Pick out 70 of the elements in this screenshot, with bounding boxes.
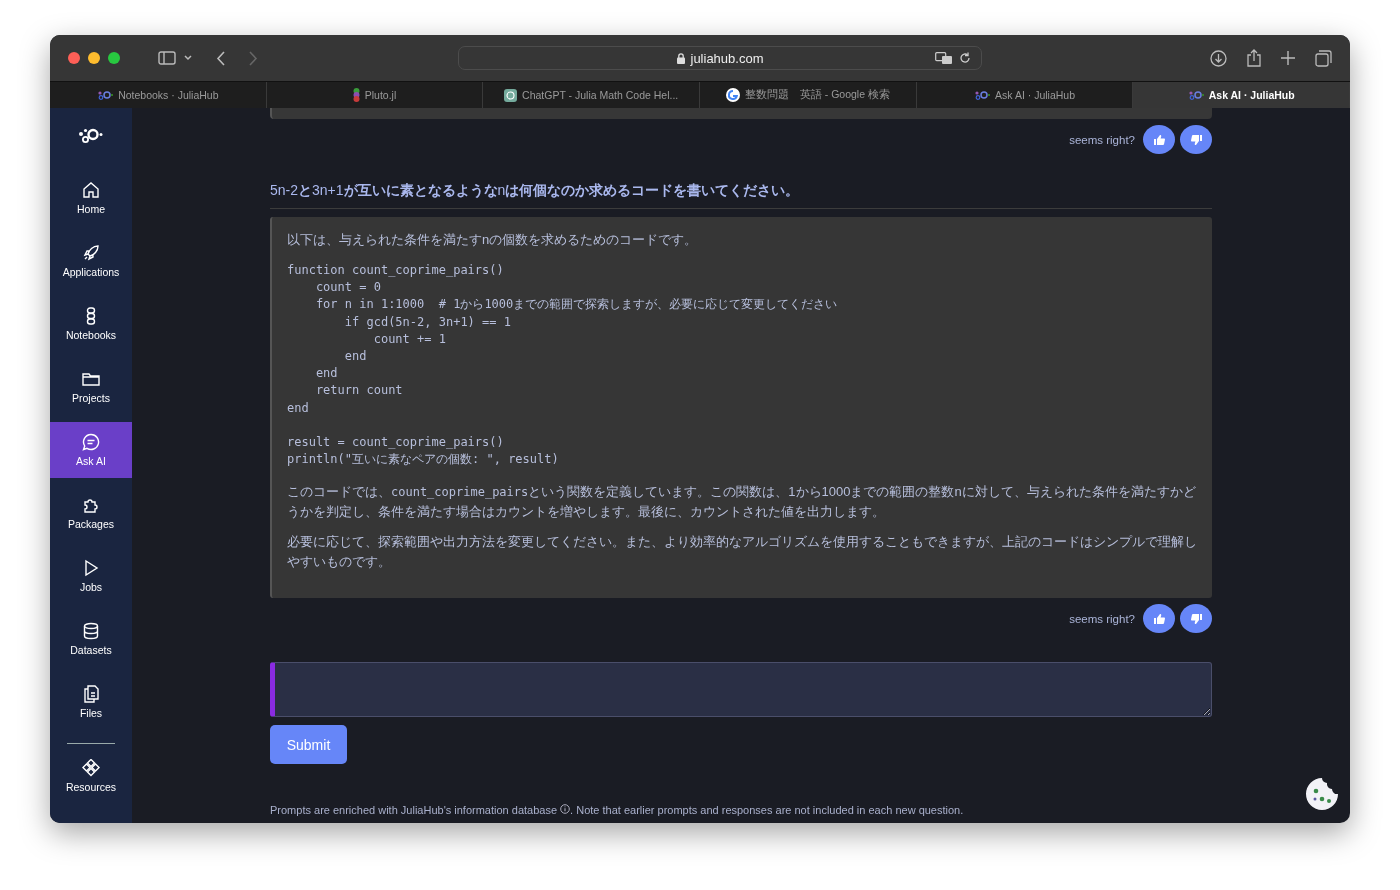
code-line: end <box>314 365 339 383</box>
sidebar-toggle-icon[interactable] <box>158 51 176 65</box>
minimize-button[interactable] <box>88 52 100 64</box>
code-line: count = 0 <box>314 279 382 297</box>
thumbs-down-icon <box>1190 613 1202 624</box>
sidebar-item[interactable]: Home <box>50 170 132 226</box>
thumbs-up-icon <box>1153 134 1165 145</box>
translate-icon[interactable] <box>935 51 953 65</box>
code-line: count += 1 <box>372 330 447 348</box>
thumbs-down-icon <box>1190 134 1202 145</box>
question-heading: 5n-2と3n+1が互いに素となるようなnは何個なのか求めるコードを書いてください。 <box>270 182 1212 209</box>
puzzle-icon <box>82 496 100 514</box>
julia-logo-icon <box>1187 90 1204 100</box>
sidebar-item[interactable]: Resources <box>50 748 132 804</box>
sidebar-item[interactable]: Ask AI <box>50 422 132 478</box>
code-line: end <box>343 348 368 365</box>
code-line: println("互いに素なペアの個数: ", result) <box>287 451 560 469</box>
julia-logo-icon <box>974 90 991 100</box>
files-icon <box>82 685 100 703</box>
answer-paragraph: このコードでは、count_coprime_pairs という関数を定義しています。この関数は、1から1000までの範囲の整数nに対して、与えられた条件を満たすかどうかを判定し、条件を満たす場合はカウントを増やします。最後に、カウントされた値を出力します。 <box>287 483 1197 522</box>
thumbs-down-button[interactable] <box>1180 125 1212 154</box>
thumbs-up-icon <box>1153 613 1165 624</box>
answer-paragraph: 必要に応じて、探索範囲や出力方法を変更してください。また、より効率的なアルゴリズムを使用することもできますが、上記のコードはシンプルで理解しやすいものです。 <box>287 533 1197 572</box>
rocket-icon <box>82 244 100 262</box>
google-logo-icon <box>725 88 740 102</box>
prompt-input-field[interactable] <box>270 662 1212 718</box>
sidebar-item[interactable]: Packages <box>50 485 132 541</box>
browser-tab[interactable]: Ask AI · JuliaHub <box>1133 82 1350 108</box>
feedback-prompt: seems right? <box>1069 612 1135 625</box>
home-icon <box>82 181 100 199</box>
info-icon[interactable] <box>560 804 571 815</box>
juliahub-logo-icon[interactable] <box>78 128 104 144</box>
share-icon[interactable] <box>1247 49 1261 67</box>
sidebar-item[interactable]: Datasets <box>50 611 132 667</box>
footer-note: Prompts are enriched with JuliaHub's information database . Note that earlier prompts and responses are not included in each new question. <box>270 804 965 817</box>
julia-logo-icon <box>97 90 114 100</box>
sidebar-item[interactable]: Files <box>50 674 132 730</box>
cookie-icon[interactable] <box>1305 777 1339 811</box>
download-icon[interactable] <box>1210 49 1227 67</box>
database-icon <box>82 622 100 640</box>
thumbs-up-button[interactable] <box>1143 125 1175 154</box>
tabs-overview-icon[interactable] <box>1315 49 1332 67</box>
diamond-grid-icon <box>82 759 100 777</box>
close-button[interactable] <box>68 52 80 64</box>
code-line: for n in 1:1000 # 1から1000までの範囲で探索しますが、必要に応じて変更してください <box>314 296 839 314</box>
plus-icon[interactable] <box>1281 51 1295 65</box>
pluto-logo-icon <box>352 88 360 102</box>
play-icon <box>82 559 100 577</box>
sidebar-item[interactable]: Notebooks <box>50 296 132 352</box>
folder-icon <box>82 370 100 388</box>
lock-icon <box>676 52 685 64</box>
feedback-prompt: seems right? <box>1069 133 1135 146</box>
code-line: end <box>287 399 310 417</box>
code-line: result = count_coprime_pairs() <box>287 434 505 451</box>
sidebar-item[interactable]: Jobs <box>50 548 132 604</box>
code-line: return count <box>314 382 404 400</box>
chatgpt-logo-icon <box>504 88 518 102</box>
sidebar-item[interactable]: Projects <box>50 359 132 415</box>
code-line: function count_coprime_pairs() <box>287 262 505 279</box>
chevron-down-icon[interactable] <box>184 55 192 61</box>
zoom-button[interactable] <box>108 52 120 64</box>
answer-paragraph: 以下は、与えられた条件を満たすnの個数を求めるためのコードです。 <box>287 231 699 249</box>
thumbs-up-button[interactable] <box>1143 604 1175 634</box>
code-line: if gcd(5n-2, 3n+1) == 1 <box>343 313 512 331</box>
chat-bubble-icon <box>82 433 100 451</box>
sidebar-item[interactable]: Applications <box>50 233 132 289</box>
back-icon[interactable] <box>216 50 225 66</box>
reload-icon[interactable] <box>959 52 971 64</box>
address-bar[interactable]: juliahub.com <box>458 46 982 70</box>
thumbs-down-button[interactable] <box>1180 604 1212 634</box>
